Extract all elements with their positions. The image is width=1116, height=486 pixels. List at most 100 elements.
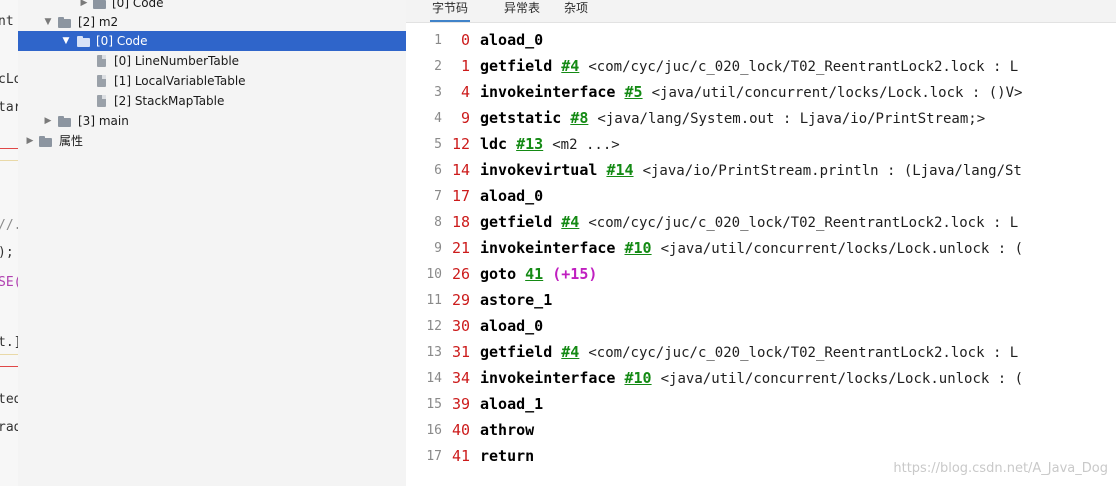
chevron-down-icon[interactable]: ▼ <box>42 12 54 32</box>
constant-pool-link[interactable]: #5 <box>625 83 643 101</box>
line-number: 5 <box>434 137 442 152</box>
tree-node[interactable]: [0] LineNumberTable <box>18 51 406 71</box>
bytecode-instruction: invokeinterface #10 <java/util/concurren… <box>480 369 1023 387</box>
chevron-right-icon[interactable]: ▶ <box>42 111 54 131</box>
bytecode-line: 12 30 aload_0 <box>406 313 1116 339</box>
bytecode-offset: 29 <box>451 291 470 309</box>
tree-node[interactable]: [2] StackMapTable <box>18 91 406 111</box>
constant-pool-link[interactable]: #8 <box>570 109 588 127</box>
constant-pool-link[interactable]: #4 <box>561 57 579 75</box>
bytecode-instruction: invokevirtual #14 <java/io/PrintStream.p… <box>480 161 1022 179</box>
bytecode-instruction: getfield #4 <com/cyc/juc/c_020_lock/T02_… <box>480 213 1018 231</box>
jump-offset: (+15) <box>552 265 598 283</box>
tree-node[interactable]: [1] LocalVariableTable <box>18 71 406 91</box>
bytecode-line: 6 14 invokevirtual #14 <java/io/PrintStrea… <box>406 157 1116 183</box>
bytecode-line: 1 0 aload_0 <box>406 27 1116 53</box>
opcode: aload_0 <box>480 187 544 205</box>
opcode: ldc <box>480 135 508 153</box>
opcode: invokeinterface <box>480 369 616 387</box>
bytecode-instruction: aload_1 <box>480 395 543 413</box>
tree-node-label: [0] LineNumberTable <box>114 54 240 68</box>
chevron-right-icon[interactable]: ▶ <box>24 131 36 151</box>
opcode: astore_1 <box>480 291 553 309</box>
bytecode-instruction: getfield #4 <com/cyc/juc/c_020_lock/T02_… <box>480 57 1018 75</box>
bytecode-offset: 40 <box>451 421 470 439</box>
bytecode-tabs: 字节码 异常表 杂项 <box>406 0 1116 23</box>
bytecode-instruction: aload_0 <box>480 317 543 335</box>
tab-bytecode[interactable]: 字节码 <box>430 0 470 22</box>
line-number: 15 <box>426 397 442 412</box>
bytecode-offset: 9 <box>460 109 470 127</box>
bytecode-line: 15 39 aload_1 <box>406 391 1116 417</box>
class-structure-tree[interactable]: ▶ [0] Code ▼ [2] m2 ▼ [0] Code [0] LineNumberT… <box>18 0 406 486</box>
gutter-fragment: cLo <box>0 72 18 87</box>
line-number: 10 <box>426 267 442 282</box>
constant-pool-link[interactable]: #13 <box>516 135 543 153</box>
operand-description: <m2 ...> <box>552 137 620 153</box>
bytecode-offset: 26 <box>451 265 470 283</box>
constant-pool-link[interactable]: 41 <box>525 265 543 283</box>
bytecode-instruction: invokeinterface #10 <java/util/concurren… <box>480 239 1023 257</box>
operand-description: <java/util/concurrent/locks/Lock.unlock … <box>660 371 1024 387</box>
tree-node[interactable]: ▶ [3] main <box>18 111 406 131</box>
bytecode-line: 11 29 astore_1 <box>406 287 1116 313</box>
bytecode-offset: 4 <box>460 83 470 101</box>
bytecode-line: 16 40 athrow <box>406 417 1116 443</box>
folder-icon <box>58 114 72 128</box>
constant-pool-link[interactable]: #4 <box>561 213 579 231</box>
tree-node[interactable]: ▶ 属性 <box>18 131 406 151</box>
tree-node[interactable]: ▼ [0] Code <box>18 31 406 51</box>
opcode: invokevirtual <box>480 161 598 179</box>
opcode: return <box>480 447 535 465</box>
opcode: goto <box>480 265 517 283</box>
gutter-fragment: rad <box>0 420 18 435</box>
operand-description: <com/cyc/juc/c_020_lock/T02_ReentrantLoc… <box>588 215 1019 231</box>
watermark: https://blog.csdn.net/A_Java_Dog <box>893 461 1108 476</box>
line-number: 4 <box>434 111 442 126</box>
line-number: 2 <box>434 59 442 74</box>
bytecode-line: 3 4 invokeinterface #5 <java/util/concurre… <box>406 79 1116 105</box>
constant-pool-link[interactable]: #14 <box>606 161 633 179</box>
opcode: aload_0 <box>480 31 544 49</box>
operand-description: <java/util/concurrent/locks/Lock.unlock … <box>660 241 1024 257</box>
operand-description: <com/cyc/juc/c_020_lock/T02_ReentrantLoc… <box>588 59 1019 75</box>
bytecode-instruction: aload_0 <box>480 31 543 49</box>
opcode: invokeinterface <box>480 239 616 257</box>
folder-icon <box>39 134 53 148</box>
folder-icon <box>77 34 91 48</box>
bytecode-instruction: return <box>480 447 534 465</box>
bytecode-instruction: aload_0 <box>480 187 543 205</box>
constant-pool-link[interactable]: #10 <box>625 369 652 387</box>
tab-exception-table[interactable]: 异常表 <box>496 0 548 22</box>
bytecode-offset: 30 <box>451 317 470 335</box>
opcode: aload_0 <box>480 317 544 335</box>
bytecode-offset: 18 <box>451 213 470 231</box>
chevron-down-icon[interactable]: ▼ <box>60 31 72 51</box>
tree-node-label: [1] LocalVariableTable <box>114 74 246 88</box>
line-number: 17 <box>426 449 442 464</box>
tree-node-label: [2] StackMapTable <box>114 94 225 108</box>
operand-description: <com/cyc/juc/c_020_lock/T02_ReentrantLoc… <box>588 345 1019 361</box>
tab-misc[interactable]: 杂项 <box>558 0 594 22</box>
bytecode-instruction: athrow <box>480 421 534 439</box>
tree-node-label: 属性 <box>59 134 84 148</box>
opcode: invokeinterface <box>480 83 616 101</box>
tree-node[interactable]: ▼ [2] m2 <box>18 12 406 32</box>
gutter-fragment: tar <box>0 100 18 115</box>
constant-pool-link[interactable]: #10 <box>625 239 652 257</box>
bytecode-instruction: astore_1 <box>480 291 552 309</box>
constant-pool-link[interactable]: #4 <box>561 343 579 361</box>
bytecode-line: 8 18 getfield #4 <com/cyc/juc/c_020_lock/T… <box>406 209 1116 235</box>
opcode: getfield <box>480 57 553 75</box>
bytecode-offset: 39 <box>451 395 470 413</box>
tree-node-label: [2] m2 <box>78 15 119 29</box>
file-icon <box>95 74 109 88</box>
file-icon <box>95 54 109 68</box>
gutter-fragment: SE( <box>0 275 18 290</box>
line-number: 16 <box>426 423 442 438</box>
bytecode-offset: 0 <box>460 31 470 49</box>
gutter-fragment: //. <box>0 218 18 233</box>
bytecode-instruction: getstatic #8 <java/lang/System.out : Lja… <box>480 109 985 127</box>
folder-icon <box>58 15 72 29</box>
bytecode-line: 14 34 invokeinterface #10 <java/util/concu… <box>406 365 1116 391</box>
